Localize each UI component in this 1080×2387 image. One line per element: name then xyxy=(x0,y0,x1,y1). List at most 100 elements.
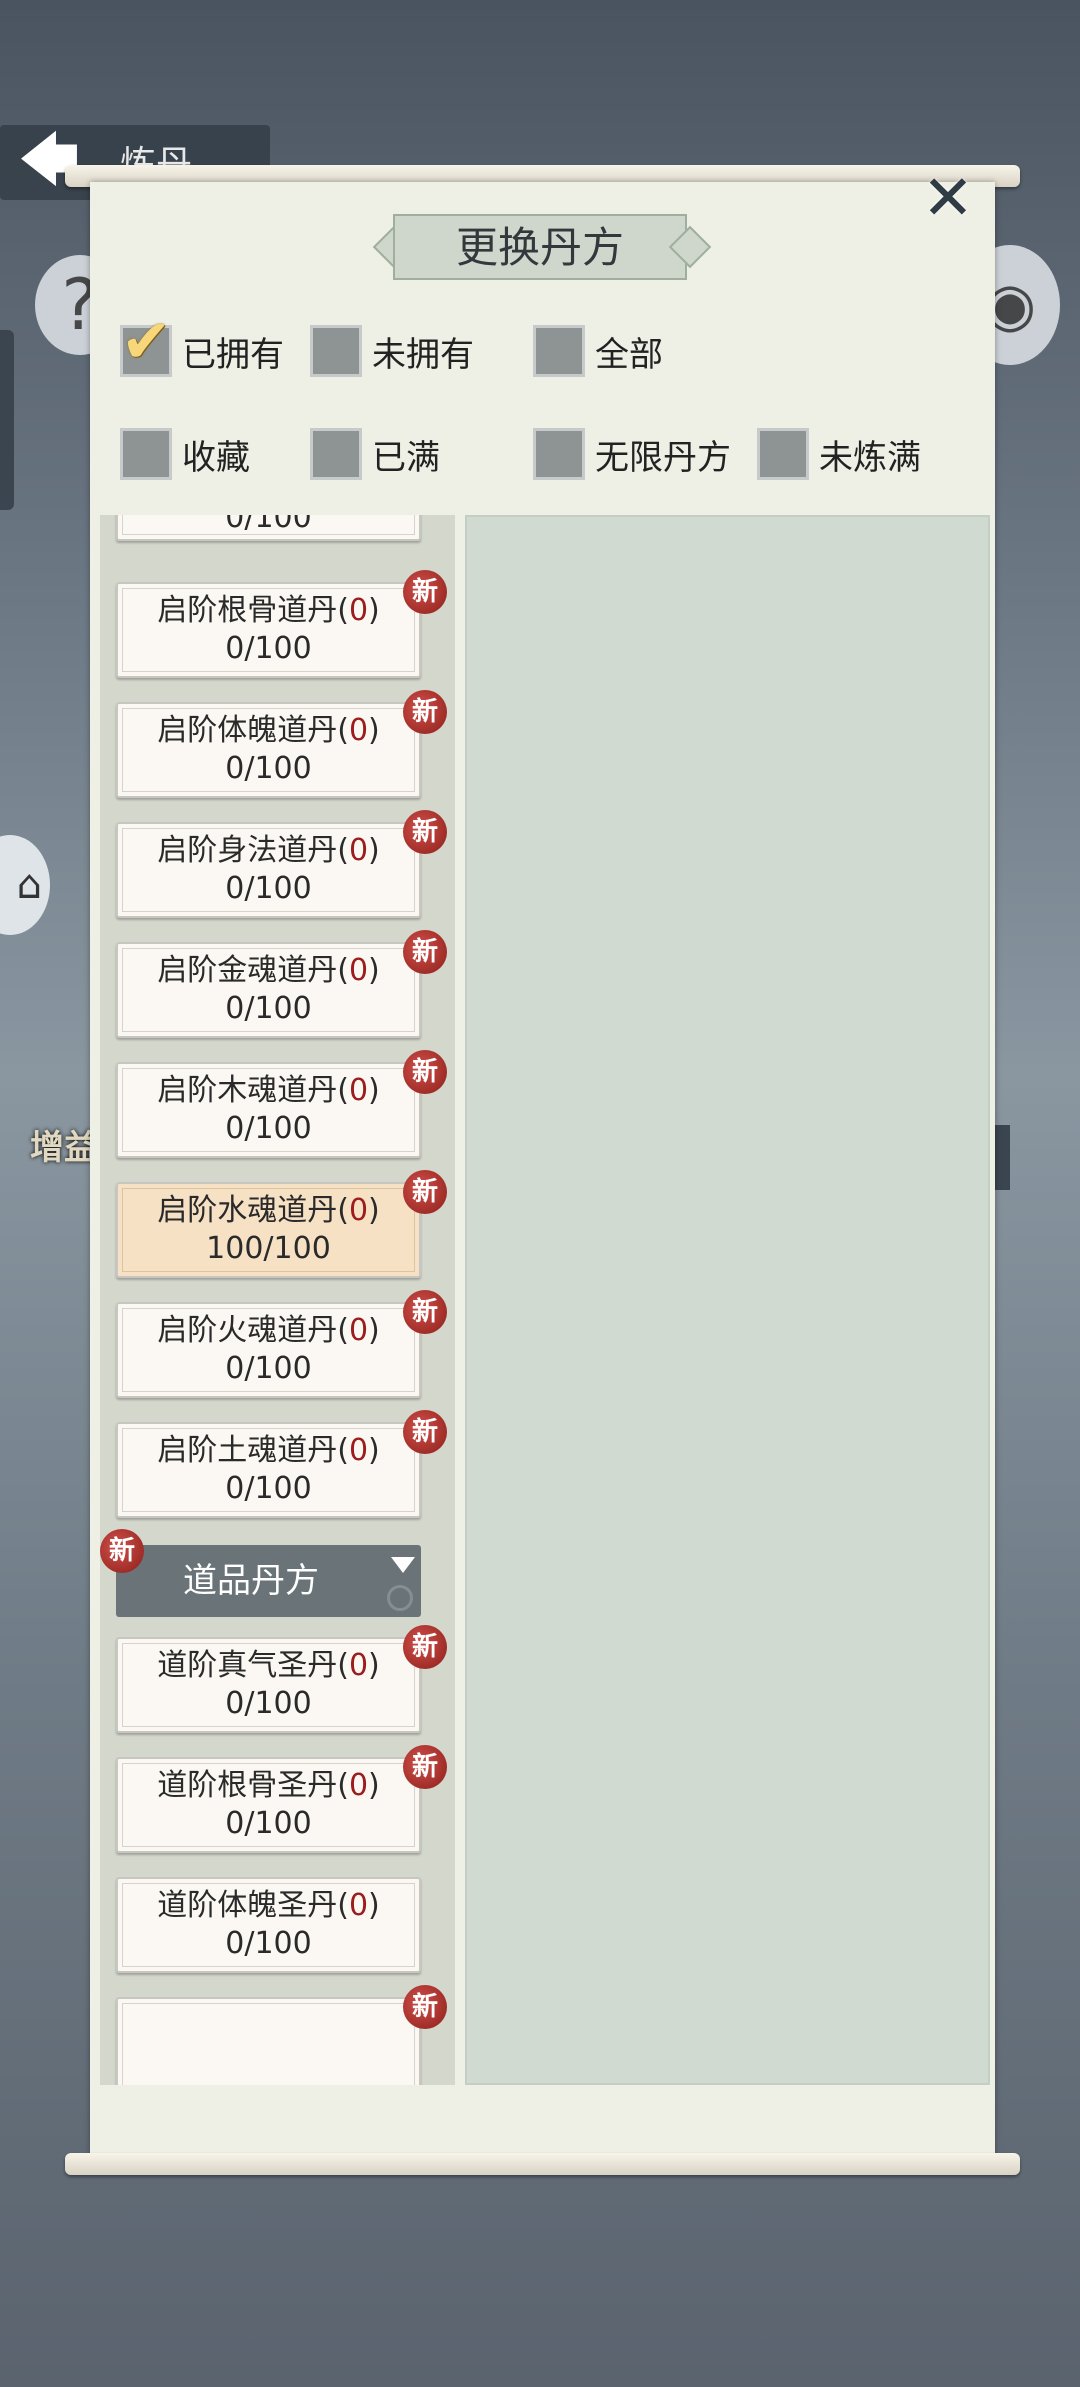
recipe-name-line: 启阶根骨道丹(0) xyxy=(157,593,380,628)
recipe-item[interactable]: 启阶金魂道丹(0) 0/100 新 xyxy=(116,930,447,1038)
recipe-name-line: 启阶金魂道丹(0) xyxy=(157,953,380,988)
recipe-count: 0 xyxy=(348,593,369,628)
recipe-name-line: 启阶火魂道丹(0) xyxy=(157,1313,380,1348)
recipe-name: 道阶根骨圣丹 xyxy=(157,1768,338,1803)
recipe-item[interactable]: 道阶真气圣丹(0) 0/100 新 xyxy=(116,1625,447,1733)
background-left-label: 增益 xyxy=(30,1128,98,1168)
recipe-progress: 0/100 xyxy=(225,1471,312,1506)
recipe-progress: 0/100 xyxy=(225,991,312,1026)
new-badge-icon: 新 xyxy=(403,810,447,854)
new-badge-icon: 新 xyxy=(403,1170,447,1214)
recipe-count: 0 xyxy=(348,833,369,868)
close-icon[interactable]: ✕ xyxy=(918,167,978,229)
filter-favorites[interactable]: 收藏 xyxy=(120,426,250,482)
recipe-progress: 100/100 xyxy=(206,1231,331,1266)
recipe-item[interactable]: 启阶土魂道丹(0) 0/100 新 xyxy=(116,1410,447,1518)
new-badge-icon: 新 xyxy=(403,930,447,974)
recipe-name-line: 道阶真气圣丹(0) xyxy=(157,1648,380,1683)
recipe-count: 0 xyxy=(348,1073,369,1108)
side-tab xyxy=(0,330,14,510)
recipe-list[interactable]: 0/100 启阶根骨道丹(0) 0/100 新 启阶体魄道丹(0) 0/100 … xyxy=(100,515,455,2085)
recipe-item[interactable]: 启阶火魂道丹(0) 0/100 新 xyxy=(116,1290,447,1398)
recipe-name: 启阶体魄道丹 xyxy=(157,713,338,748)
recipe-progress: 0/100 xyxy=(225,1926,312,1961)
filter-label: 收藏 xyxy=(182,437,250,478)
filter-label: 已拥有 xyxy=(182,334,284,375)
filter-label: 未拥有 xyxy=(372,334,474,375)
recipe-progress: 0/100 xyxy=(225,1111,312,1146)
side-tab-right xyxy=(995,1125,1010,1190)
recipe-progress: 0/100 xyxy=(225,515,312,535)
recipe-count: 0 xyxy=(348,1313,369,1348)
house-icon[interactable]: ⌂ xyxy=(0,835,50,935)
dialog-title-plate: 更换丹方 xyxy=(372,210,712,285)
recipe-name: 启阶火魂道丹 xyxy=(157,1313,338,1348)
recipe-progress: 0/100 xyxy=(225,1351,312,1386)
recipe-name: 启阶土魂道丹 xyxy=(157,1433,338,1468)
checkbox-full[interactable] xyxy=(310,428,362,480)
filter-owned[interactable]: ✔ 已拥有 xyxy=(120,312,284,379)
new-badge-icon: 新 xyxy=(403,1745,447,1789)
recipe-item[interactable]: 道阶根骨圣丹(0) 0/100 新 xyxy=(116,1745,447,1853)
recipe-item[interactable]: 启阶身法道丹(0) 0/100 新 xyxy=(116,810,447,918)
recipe-item[interactable]: 0/100 xyxy=(116,515,421,541)
category-ring-icon xyxy=(387,1585,413,1611)
recipe-progress: 0/100 xyxy=(225,631,312,666)
checkbox-owned[interactable]: ✔ xyxy=(120,312,172,377)
filter-not-refined-full[interactable]: 未炼满 xyxy=(757,426,921,482)
dialog-title: 更换丹方 xyxy=(455,223,624,272)
recipe-count: 0 xyxy=(348,1648,369,1683)
checkbox-not-refined-full[interactable] xyxy=(757,428,809,480)
new-badge-icon: 新 xyxy=(403,570,447,614)
filter-full[interactable]: 已满 xyxy=(310,426,440,482)
recipe-item-partial[interactable]: 新 xyxy=(116,1985,447,2085)
filter-label: 未炼满 xyxy=(819,437,921,478)
recipe-name-line: 启阶体魄道丹(0) xyxy=(157,713,380,748)
recipe-count: 0 xyxy=(348,1433,369,1468)
category-header-dao[interactable]: 道品丹方 新 xyxy=(100,1529,421,1617)
recipe-name-line: 道阶根骨圣丹(0) xyxy=(157,1768,380,1803)
new-badge-icon: 新 xyxy=(403,1410,447,1454)
recipe-item-selected[interactable]: 启阶水魂道丹(0) 100/100 新 xyxy=(116,1170,447,1278)
recipe-count: 0 xyxy=(348,713,369,748)
recipe-count: 0 xyxy=(348,1888,369,1923)
recipe-item[interactable]: 启阶木魂道丹(0) 0/100 新 xyxy=(116,1050,447,1158)
recipe-name: 启阶金魂道丹 xyxy=(157,953,338,988)
recipe-progress: 0/100 xyxy=(225,1686,312,1721)
recipe-name-line: 启阶木魂道丹(0) xyxy=(157,1073,380,1108)
category-label: 道品丹方 xyxy=(183,1561,319,1601)
checkbox-unlimited[interactable] xyxy=(533,428,585,480)
recipe-item[interactable]: 道阶体魄圣丹(0) 0/100 xyxy=(116,1877,421,1973)
new-badge-icon: 新 xyxy=(403,1985,447,2029)
new-badge-icon: 新 xyxy=(403,1290,447,1334)
checkbox-favorites[interactable] xyxy=(120,428,172,480)
recipe-progress: 0/100 xyxy=(225,871,312,906)
recipe-count: 0 xyxy=(348,1768,369,1803)
checkbox-all[interactable] xyxy=(533,325,585,377)
recipe-count: 0 xyxy=(348,953,369,988)
checkbox-not-owned[interactable] xyxy=(310,325,362,377)
filter-unlimited[interactable]: 无限丹方 xyxy=(533,426,731,482)
recipe-item[interactable]: 启阶根骨道丹(0) 0/100 新 xyxy=(116,570,447,678)
recipe-name-line: 启阶身法道丹(0) xyxy=(157,833,380,868)
new-badge-icon: 新 xyxy=(403,1050,447,1094)
recipe-name: 道阶体魄圣丹 xyxy=(157,1888,338,1923)
recipe-name-line: 启阶土魂道丹(0) xyxy=(157,1433,380,1468)
recipe-name-line: 启阶水魂道丹(0) xyxy=(157,1193,380,1228)
filter-label: 无限丹方 xyxy=(595,437,731,478)
recipe-name: 启阶木魂道丹 xyxy=(157,1073,338,1108)
recipe-progress: 0/100 xyxy=(225,751,312,786)
filter-not-owned[interactable]: 未拥有 xyxy=(310,323,474,379)
recipe-item[interactable]: 启阶体魄道丹(0) 0/100 新 xyxy=(116,690,447,798)
filter-all[interactable]: 全部 xyxy=(533,323,663,379)
new-badge-icon: 新 xyxy=(403,690,447,734)
filter-label: 已满 xyxy=(372,437,440,478)
recipe-name: 启阶根骨道丹 xyxy=(157,593,338,628)
recipe-progress: 0/100 xyxy=(225,1806,312,1841)
recipe-name-line: 道阶体魄圣丹(0) xyxy=(157,1888,380,1923)
new-badge-icon: 新 xyxy=(403,1625,447,1669)
new-badge-icon: 新 xyxy=(100,1529,144,1573)
dropdown-arrow-icon xyxy=(391,1557,415,1573)
checkmark-icon: ✔ xyxy=(121,307,172,377)
recipe-detail-panel xyxy=(465,515,990,2085)
